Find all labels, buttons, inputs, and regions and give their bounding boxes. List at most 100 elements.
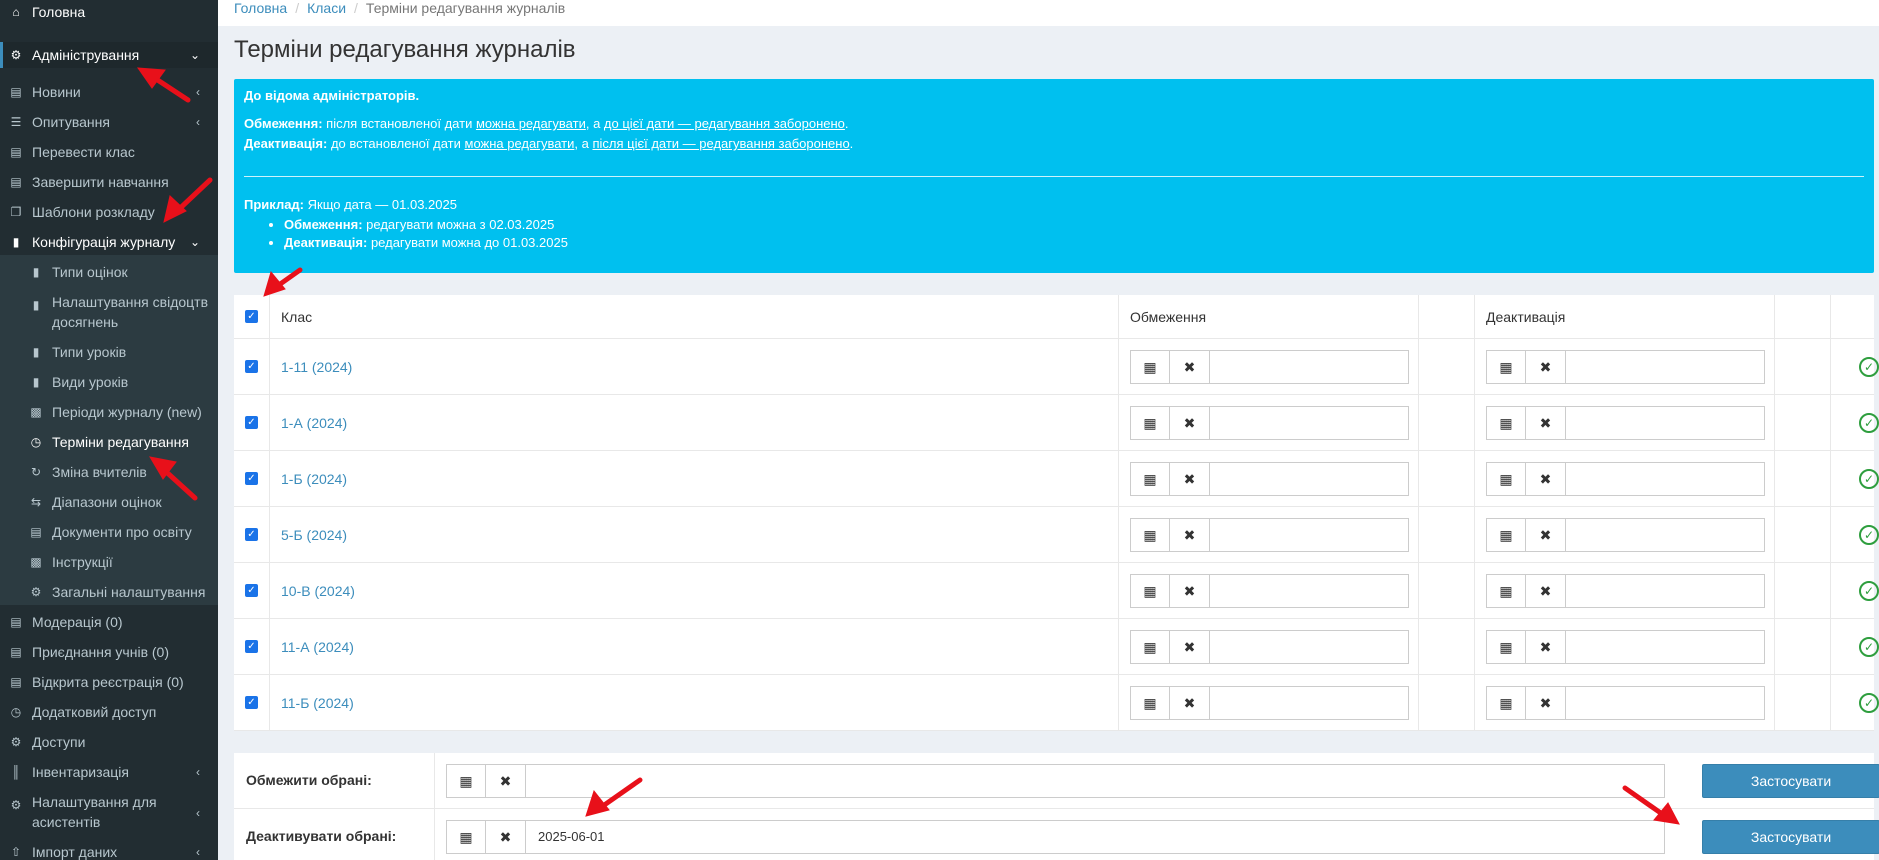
bulk-restrict-apply-button[interactable]: Застосувати — [1702, 764, 1879, 798]
deactivation-date-input[interactable] — [1566, 518, 1765, 552]
sidebar-item-grade-ranges[interactable]: ⇆ Діапазони оцінок — [0, 492, 218, 512]
times-icon[interactable]: ✖ — [1170, 518, 1210, 552]
deactivation-date-input[interactable] — [1566, 350, 1765, 384]
sidebar-item-lesson-types[interactable]: ▮ Типи уроків — [0, 342, 218, 362]
times-icon[interactable]: ✖ — [1170, 462, 1210, 496]
times-icon[interactable]: ✖ — [1526, 518, 1566, 552]
row-checkbox[interactable]: ✓ — [245, 416, 258, 429]
sidebar-item-accesses[interactable]: ⚙ Доступи — [0, 732, 218, 752]
class-link[interactable]: 10-В (2024) — [281, 583, 355, 599]
sidebar-item-transfer-class[interactable]: ▤ Перевести клас — [0, 142, 218, 162]
times-icon[interactable]: ✖ — [1170, 630, 1210, 664]
sidebar-item-home[interactable]: ⌂ Головна — [0, 2, 218, 22]
info-callout: До відома адміністраторів. Обмеження: пі… — [234, 79, 1874, 273]
calendar-icon[interactable]: ▦ — [1486, 630, 1526, 664]
bulk-restrict-date-input[interactable] — [526, 764, 1665, 798]
calendar-icon[interactable]: ▦ — [1130, 686, 1170, 720]
sidebar-item-certificates[interactable]: ▮ Налаштування свідоцтв досягнень — [0, 292, 218, 334]
times-icon[interactable]: ✖ — [1526, 350, 1566, 384]
calendar-icon[interactable]: ▦ — [1486, 518, 1526, 552]
restriction-date-input[interactable] — [1210, 350, 1409, 384]
select-all-checkbox[interactable]: ✓ — [245, 310, 258, 323]
sidebar-item-general-settings[interactable]: ⚙ Загальні налаштування — [0, 582, 218, 602]
calendar-icon[interactable]: ▦ — [1130, 350, 1170, 384]
sidebar-item-join-students[interactable]: ▤ Приєднання учнів (0) — [0, 642, 218, 662]
sidebar-item-schedule-templates[interactable]: ❐ Шаблони розкладу — [0, 202, 218, 222]
sidebar-item-data-import[interactable]: ⇧ Імпорт даних ‹ — [0, 842, 218, 860]
times-icon[interactable]: ✖ — [1526, 686, 1566, 720]
breadcrumb-home[interactable]: Головна — [234, 0, 287, 16]
sidebar-item-news[interactable]: ▤ Новини ‹ — [0, 82, 218, 102]
sidebar-item-open-registration[interactable]: ▤ Відкрита реєстрація (0) — [0, 672, 218, 692]
sidebar-item-finish-study[interactable]: ▤ Завершити навчання — [0, 172, 218, 192]
breadcrumb-classes[interactable]: Класи — [307, 0, 346, 16]
sidebar-item-edu-documents[interactable]: ▤ Документи про освіту — [0, 522, 218, 542]
times-icon[interactable]: ✖ — [1170, 350, 1210, 384]
calendar-icon[interactable]: ▦ — [1130, 574, 1170, 608]
restriction-date-input[interactable] — [1210, 630, 1409, 664]
times-icon[interactable]: ✖ — [486, 764, 526, 798]
sidebar-item-extra-access[interactable]: ◷ Додатковий доступ — [0, 702, 218, 722]
bookmark-icon: ▮ — [32, 345, 40, 359]
sidebar-item-administration[interactable]: ⚙ Адміністрування ⌄ — [0, 42, 218, 68]
calendar-icon[interactable]: ▦ — [1130, 630, 1170, 664]
calendar-icon[interactable]: ▦ — [446, 820, 486, 854]
sidebar-item-edit-terms[interactable]: ◷ Терміни редагування — [0, 432, 218, 452]
class-link[interactable]: 1-А (2024) — [281, 415, 347, 431]
deactivation-date-input[interactable] — [1566, 574, 1765, 608]
bulk-deactivate-apply-button[interactable]: Застосувати — [1702, 820, 1879, 854]
clock-icon: ◷ — [10, 705, 22, 719]
calendar-icon[interactable]: ▦ — [1130, 406, 1170, 440]
calendar-icon[interactable]: ▦ — [1486, 574, 1526, 608]
calendar-icon[interactable]: ▦ — [1130, 462, 1170, 496]
times-icon[interactable]: ✖ — [1170, 406, 1210, 440]
sidebar-item-instructions[interactable]: ▩ Інструкції — [0, 552, 218, 572]
calendar-icon[interactable]: ▦ — [446, 764, 486, 798]
restriction-date-input[interactable] — [1210, 686, 1409, 720]
sidebar-item-journal-config[interactable]: ▮ Конфігурація журналу ⌄ — [0, 232, 218, 252]
deactivation-date-input[interactable] — [1566, 630, 1765, 664]
sidebar-item-assistant-settings[interactable]: ⚙ Налаштування для асистентів ‹ — [0, 792, 218, 834]
calendar-icon[interactable]: ▦ — [1130, 518, 1170, 552]
class-link[interactable]: 1-11 (2024) — [281, 359, 352, 375]
sidebar-item-lesson-kinds[interactable]: ▮ Види уроків — [0, 372, 218, 392]
class-link[interactable]: 5-Б (2024) — [281, 527, 347, 543]
times-icon[interactable]: ✖ — [1170, 686, 1210, 720]
calendar-icon[interactable]: ▦ — [1486, 686, 1526, 720]
times-icon[interactable]: ✖ — [1526, 630, 1566, 664]
row-checkbox[interactable]: ✓ — [245, 528, 258, 541]
restriction-date-input[interactable] — [1210, 406, 1409, 440]
restriction-date-input[interactable] — [1210, 462, 1409, 496]
times-icon[interactable]: ✖ — [486, 820, 526, 854]
row-checkbox[interactable]: ✓ — [245, 360, 258, 373]
times-icon[interactable]: ✖ — [1526, 574, 1566, 608]
times-icon[interactable]: ✖ — [1526, 462, 1566, 496]
restriction-date-input[interactable] — [1210, 518, 1409, 552]
row-checkbox[interactable]: ✓ — [245, 640, 258, 653]
class-link[interactable]: 11-Б (2024) — [281, 695, 354, 711]
sidebar-item-inventory[interactable]: ║ Інвентаризація ‹ — [0, 762, 218, 782]
sidebar-item-change-teachers[interactable]: ↻ Зміна вчителів — [0, 462, 218, 482]
callout-example: Приклад: Якщо дата — 01.03.2025 — [244, 197, 457, 212]
times-icon[interactable]: ✖ — [1170, 574, 1210, 608]
gear-icon: ⚙ — [10, 798, 22, 812]
deactivation-date-input[interactable] — [1566, 686, 1765, 720]
times-icon[interactable]: ✖ — [1526, 406, 1566, 440]
calendar-icon[interactable]: ▦ — [1486, 406, 1526, 440]
class-link[interactable]: 1-Б (2024) — [281, 471, 347, 487]
row-checkbox[interactable]: ✓ — [245, 584, 258, 597]
sidebar-item-surveys[interactable]: ☰ Опитування ‹ — [0, 112, 218, 132]
bulk-deactivate-date-input[interactable]: 2025-06-01 — [526, 820, 1665, 854]
restriction-date-input[interactable] — [1210, 574, 1409, 608]
sidebar-item-journal-periods[interactable]: ▩ Періоди журналу (new) — [0, 402, 218, 422]
deactivation-date-input[interactable] — [1566, 462, 1765, 496]
deactivation-date-input[interactable] — [1566, 406, 1765, 440]
calendar-icon[interactable]: ▦ — [1486, 350, 1526, 384]
sidebar-item-moderation[interactable]: ▤ Модерація (0) — [0, 612, 218, 632]
deactivation-date-group: ▦ ✖ — [1486, 462, 1765, 496]
sidebar-item-grade-types[interactable]: ▮ Типи оцінок — [0, 262, 218, 282]
class-link[interactable]: 11-А (2024) — [281, 639, 354, 655]
row-checkbox[interactable]: ✓ — [245, 696, 258, 709]
row-checkbox[interactable]: ✓ — [245, 472, 258, 485]
calendar-icon[interactable]: ▦ — [1486, 462, 1526, 496]
